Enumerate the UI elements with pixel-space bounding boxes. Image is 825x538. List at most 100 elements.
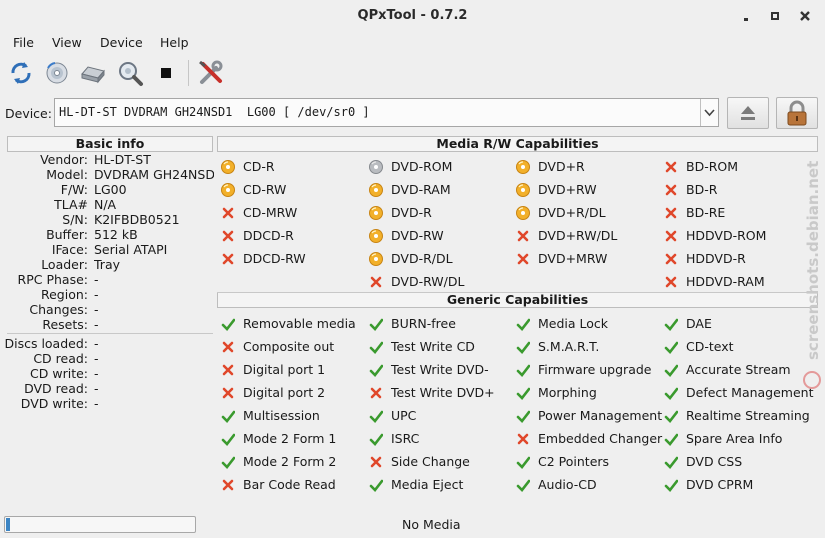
capability-label: Digital port 1	[243, 362, 326, 377]
capability-label: Test Write CD	[391, 339, 475, 354]
status-icon	[369, 229, 383, 243]
drive-button[interactable]	[78, 58, 108, 88]
status-icon	[664, 183, 678, 197]
info-label: DVD write:	[20, 396, 88, 411]
status-icon	[516, 160, 530, 174]
info-label: Discs loaded:	[4, 336, 88, 351]
status-icon	[221, 229, 235, 243]
status-icon	[516, 409, 531, 423]
capability-item: DVD-R/DL	[369, 251, 509, 269]
close-button[interactable]	[798, 9, 812, 23]
dropdown-arrow[interactable]	[700, 99, 718, 126]
cross-icon	[222, 387, 234, 399]
capability-label: Defect Management	[686, 385, 814, 400]
capability-item: S.M.A.R.T.	[516, 339, 656, 357]
capability-label: Digital port 2	[243, 385, 326, 400]
info-row: Vendor: HL-DT-ST	[0, 152, 214, 167]
device-label: Device:	[5, 106, 52, 121]
menu-help[interactable]: Help	[160, 35, 189, 50]
menu-file[interactable]: File	[13, 35, 34, 50]
capability-label: DVD+MRW	[538, 251, 608, 266]
info-value: K2IFBDB0521	[94, 212, 180, 227]
disc-info-icon	[46, 62, 68, 84]
info-row: DVD write: -	[0, 396, 214, 411]
stop-button[interactable]	[152, 58, 182, 88]
capability-label: DVD+RW	[538, 182, 597, 197]
progress-fill	[6, 518, 10, 531]
capability-label: Removable media	[243, 316, 356, 331]
capability-label: Accurate Stream	[686, 362, 791, 377]
eject-button[interactable]	[727, 97, 769, 129]
lock-button[interactable]	[776, 97, 818, 129]
status-icon	[664, 206, 678, 220]
info-row: Loader: Tray	[0, 257, 214, 272]
capability-item: C2 Pointers	[516, 454, 656, 472]
preferences-button[interactable]	[196, 58, 226, 88]
capability-item: DVD-RAM	[369, 182, 509, 200]
capability-item: Removable media	[221, 316, 361, 334]
check-icon	[664, 410, 679, 423]
capability-item: Digital port 1	[221, 362, 361, 380]
capability-label: HDDVD-ROM	[686, 228, 767, 243]
capability-item: DVD CSS	[664, 454, 799, 472]
capability-item: UPC	[369, 408, 509, 426]
status-icon	[369, 275, 383, 289]
capability-label: Mode 2 Form 2	[243, 454, 337, 469]
capability-label: HDDVD-RAM	[686, 274, 765, 289]
capability-label: CD-R	[243, 159, 275, 174]
cross-icon	[370, 456, 382, 468]
status-icon	[516, 478, 531, 492]
scan-button[interactable]	[114, 58, 144, 88]
capability-label: DVD-ROM	[391, 159, 453, 174]
capability-item: Test Write CD	[369, 339, 509, 357]
check-icon	[516, 364, 531, 377]
capability-item: HDDVD-ROM	[664, 228, 799, 246]
info-row: Buffer: 512 kB	[0, 227, 214, 242]
disc-info-button[interactable]	[42, 58, 72, 88]
refresh-button[interactable]	[6, 58, 36, 88]
info-value: -	[94, 336, 99, 351]
capability-item: ISRC	[369, 431, 509, 449]
capability-label: Mode 2 Form 1	[243, 431, 337, 446]
info-row: Model: DVDRAM GH24NSD1	[0, 167, 214, 182]
capability-item: DVD+RW	[516, 182, 656, 200]
check-icon	[516, 387, 531, 400]
status-icon	[221, 363, 235, 377]
capability-label: S.M.A.R.T.	[538, 339, 600, 354]
status-icon	[664, 363, 679, 377]
minimize-button[interactable]	[739, 9, 753, 23]
check-icon	[516, 410, 531, 423]
device-select[interactable]: HL-DT-ST DVDRAM GH24NSD1 LG00 [ /dev/sr0…	[54, 98, 719, 127]
status-icon	[664, 432, 679, 446]
disc-rw-icon	[516, 206, 530, 220]
maximize-button[interactable]	[768, 9, 782, 23]
info-row: IFace: Serial ATAPI	[0, 242, 214, 257]
capability-item: Media Eject	[369, 477, 509, 495]
status-icon	[369, 252, 383, 266]
capability-label: Media Eject	[391, 477, 464, 492]
capability-item: Defect Management	[664, 385, 814, 403]
cross-icon	[517, 253, 529, 265]
capability-label: Composite out	[243, 339, 335, 354]
capability-item: DVD-R	[369, 205, 509, 223]
capability-label: DVD+R	[538, 159, 585, 174]
cross-icon	[665, 161, 677, 173]
check-icon	[664, 456, 679, 469]
info-row: S/N: K2IFBDB0521	[0, 212, 214, 227]
status-icon	[221, 317, 236, 331]
status-icon	[369, 386, 383, 400]
title-bar: QPxTool - 0.7.2	[0, 0, 825, 31]
info-value: -	[94, 287, 99, 302]
capability-label: Realtime Streaming	[686, 408, 810, 423]
info-row: Discs loaded: -	[0, 336, 214, 351]
capability-label: Test Write DVD-	[391, 362, 489, 377]
capability-item: Realtime Streaming	[664, 408, 810, 426]
menu-view[interactable]: View	[52, 35, 82, 50]
menu-device[interactable]: Device	[100, 35, 143, 50]
capability-label: CD-MRW	[243, 205, 298, 220]
info-row: CD read: -	[0, 351, 214, 366]
capability-item: Mode 2 Form 2	[221, 454, 361, 472]
check-icon	[369, 318, 384, 331]
cross-icon	[222, 230, 234, 242]
info-label: TLA#	[54, 197, 88, 212]
